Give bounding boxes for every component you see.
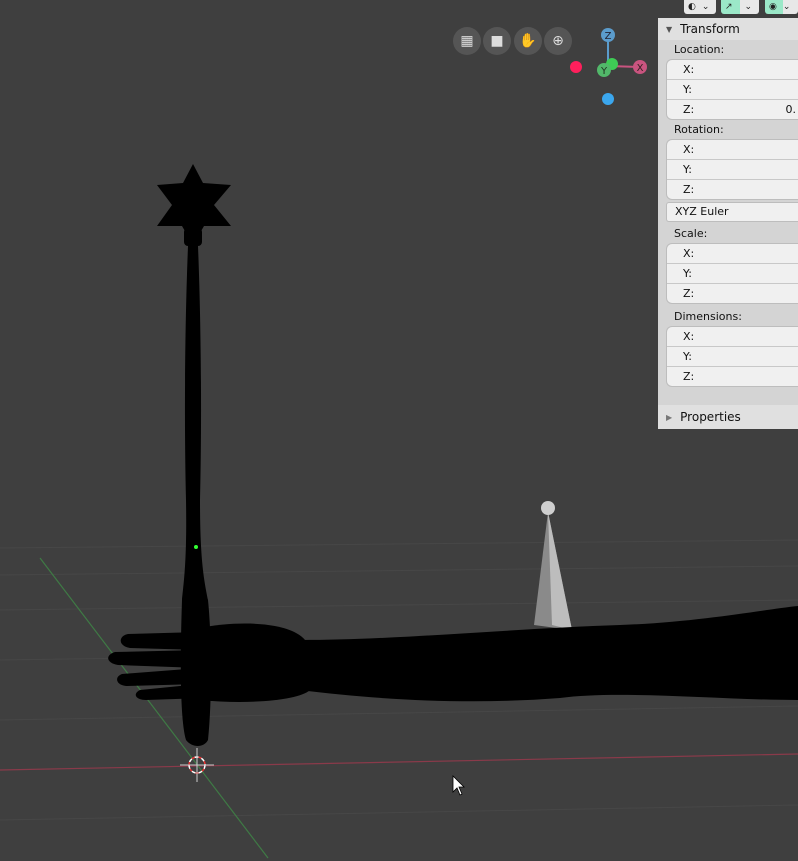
transform-title: Transform [680,22,740,36]
location-label: Location: [674,43,725,56]
location-fields: X: Y: Z: 0. [666,59,798,120]
rotation-fields: X: Y: Z: [666,139,798,200]
scale-y-field[interactable]: Y: [667,263,798,283]
location-y-field[interactable]: Y: [667,79,798,99]
expand-triangle-icon: ▶ [666,412,673,422]
hand-pan-icon[interactable]: ✋ [514,27,542,55]
transform-panel: ▼ Transform Location: X: Y: Z: 0. Rotation… [658,18,798,429]
dimensions-x-field[interactable]: X: [667,327,798,346]
snap-icon: ◉ [769,2,777,12]
manipulator-button[interactable]: ↗ ⌄ [721,0,759,14]
chevron-down-icon: ⌄ [744,2,753,12]
scale-fields: X: Y: Z: [666,243,798,304]
location-z-field[interactable]: Z: 0. [667,99,798,119]
rotation-y-field[interactable]: Y: [667,159,798,179]
transform-header[interactable]: ▼ Transform [658,18,798,40]
object-origin [194,545,198,549]
eye-cursor-icon: ◐ [688,2,696,12]
view-selection-button[interactable]: ◐ ⌄ [684,0,716,14]
scale-label: Scale: [674,227,708,240]
rotation-label: Rotation: [674,123,724,136]
collapse-triangle-icon: ▼ [666,24,673,34]
gizmo-x-label: X [637,63,644,74]
gizmo-neg-z[interactable] [602,93,614,105]
gizmo-neg-x[interactable] [570,61,582,73]
chevron-down-icon: ⌄ [701,2,710,12]
scale-x-field[interactable]: X: [667,244,798,263]
snap-button[interactable]: ◉ ⌄ [765,0,798,14]
manipulator-icon: ↗ [725,2,733,12]
location-x-field[interactable]: X: [667,60,798,79]
properties-title: Properties [680,410,741,424]
gizmo-y-label: Y [600,66,608,77]
rotation-mode-select[interactable]: XYZ Euler [666,202,798,222]
properties-header[interactable]: ▶ Properties [658,405,798,429]
dimensions-fields: X: Y: Z: [666,326,798,387]
chevron-down-icon: ⌄ [782,2,791,12]
gizmo-z-label: Z [605,31,612,42]
grid-view-icon[interactable]: ▦ [453,27,481,55]
dimensions-label: Dimensions: [674,310,742,323]
scale-z-field[interactable]: Z: [667,283,798,303]
dimensions-y-field[interactable]: Y: [667,346,798,366]
zoom-icon[interactable]: ⊕ [544,27,572,55]
camera-icon[interactable]: ■ [483,27,511,55]
rotation-z-field[interactable]: Z: [667,179,798,199]
dimensions-z-field[interactable]: Z: [667,366,798,386]
rotation-x-field[interactable]: X: [667,140,798,159]
